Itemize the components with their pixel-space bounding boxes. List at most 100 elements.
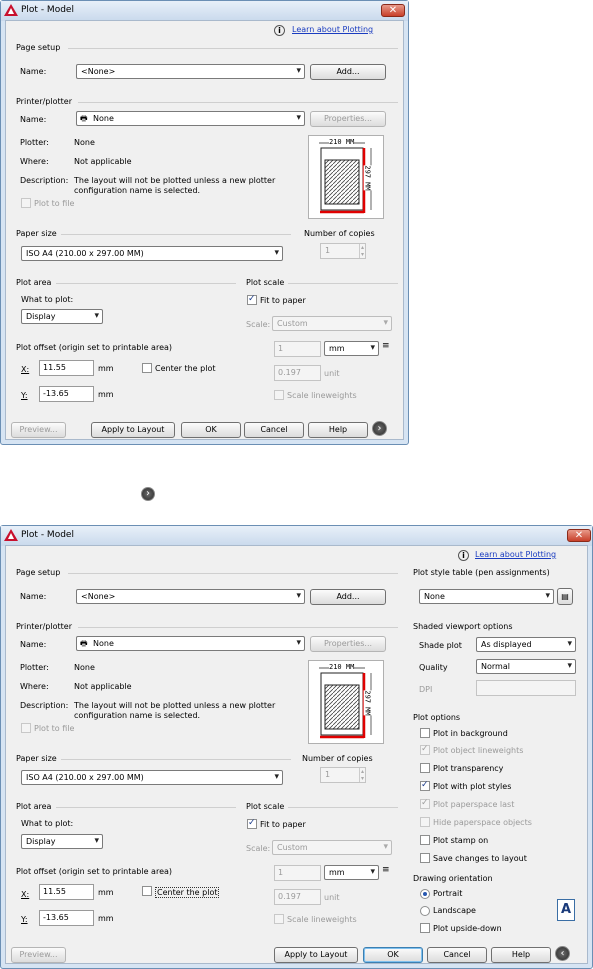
scale-value-2-input[interactable]: 0.197 [274,889,321,905]
fit-to-paper-checkbox[interactable] [247,294,257,305]
copies-spinner[interactable]: 1 [320,243,366,259]
close-button[interactable]: ✕ [567,529,591,542]
dialog-body: i Learn about Plotting Page setup Name: … [5,20,404,440]
paper-size-select[interactable]: ISO A4 (210.00 x 297.00 MM) [21,246,283,261]
more-options-icon[interactable]: › [372,421,387,436]
landscape-radio[interactable] [420,906,430,916]
center-plot-checkbox[interactable] [142,363,152,373]
scale-value-1-input[interactable]: 1 [274,865,321,881]
learn-about-plotting-link[interactable]: Learn about Plotting [292,25,373,34]
offset-y-input[interactable]: -13.65 [39,910,94,926]
page-setup-name-select[interactable]: <None> [76,589,305,604]
paper-preview-figure [319,142,372,214]
offset-x-input[interactable]: 11.55 [39,884,94,900]
what-to-plot-select[interactable]: Display [21,309,103,324]
page-setup-name-select[interactable]: <None> [76,64,305,79]
learn-about-plotting-link[interactable]: Learn about Plotting [475,550,556,559]
plot-upside-down-checkbox[interactable] [420,923,430,933]
paper-size-group: Paper size [16,754,57,763]
plot-with-plot-styles-checkbox[interactable] [420,780,430,791]
title-bar[interactable]: Plot - Model ✕ [1,1,408,21]
printer-name-select[interactable]: 🖶 None [76,636,305,651]
plot-area-group: Plot area [16,278,52,287]
dialog-title: Plot - Model [21,530,74,540]
add-button[interactable]: Add... [310,64,386,80]
copies-spinner[interactable]: 1 [320,767,366,783]
scale-label: Scale: [246,844,271,853]
plot-style-table-select[interactable]: None [419,589,554,604]
paper-width-label: 210 MM [329,663,355,671]
printer-icon: 🖶 [80,639,88,648]
scale-select[interactable]: Custom [272,316,392,331]
plot-to-file-checkbox[interactable] [21,723,31,733]
help-button[interactable]: Help [308,422,368,438]
help-button[interactable]: Help [491,947,551,963]
less-options-icon[interactable]: ‹ [555,946,570,961]
quality-select[interactable]: Normal [476,659,576,674]
ok-button[interactable]: OK [181,422,241,438]
where-label: Where: [20,157,49,166]
paper-size-select[interactable]: ISO A4 (210.00 x 297.00 MM) [21,770,283,785]
offset-x-input[interactable]: 11.55 [39,360,94,376]
title-bar-expanded[interactable]: Plot - Model ✕ [1,526,592,546]
drawing-orientation-group: Drawing orientation [413,874,493,883]
plot-stamp-on-checkbox[interactable] [420,835,430,845]
plot-to-file-checkbox[interactable] [21,198,31,208]
what-to-plot-label: What to plot: [21,295,74,304]
offset-x-label: X: [21,890,30,899]
paper-width-label: 210 MM [329,138,355,146]
page-setup-group: Page setup [16,43,61,52]
ok-button[interactable]: OK [363,947,423,963]
scale-unit-select[interactable]: mm [324,865,379,880]
printer-name-label: Name: [20,115,47,124]
printer-group: Printer/plotter [16,622,72,631]
apply-to-layout-button[interactable]: Apply to Layout [274,947,358,963]
plot-paperspace-last-checkbox[interactable] [420,798,430,809]
scale-value-1-input[interactable]: 1 [274,341,321,357]
offset-x-label: X: [21,365,30,374]
dpi-input[interactable] [476,680,576,696]
plot-in-background-checkbox[interactable] [420,728,430,738]
cancel-button[interactable]: Cancel [244,422,304,438]
where-value: Not applicable [74,682,132,691]
scale-lineweights-checkbox[interactable] [274,390,284,400]
scale-select[interactable]: Custom [272,840,392,855]
more-options-reference-icon: › [141,487,155,501]
scale-value-2-input[interactable]: 0.197 [274,365,321,381]
description-line-1: The layout will not be plotted unless a … [74,701,276,710]
plot-scale-group: Plot scale [246,802,285,811]
hide-paperspace-objects-checkbox[interactable] [420,817,430,827]
portrait-radio[interactable] [420,889,430,899]
scale-unit-select[interactable]: mm [324,341,379,356]
cancel-button[interactable]: Cancel [427,947,487,963]
fit-to-paper-checkbox[interactable] [247,818,257,829]
scale-lineweights-checkbox[interactable] [274,914,284,924]
plot-style-table-group: Plot style table (pen assignments) [413,568,550,577]
edit-plot-style-icon[interactable]: ▤ [557,588,573,605]
plot-object-lineweights-checkbox[interactable] [420,744,430,755]
add-button[interactable]: Add... [310,589,386,605]
save-changes-checkbox[interactable] [420,853,430,863]
offset-x-unit: mm [98,888,114,897]
landscape-label: Landscape [433,906,476,915]
properties-button[interactable]: Properties... [310,636,386,652]
shade-plot-select[interactable]: As displayed [476,637,576,652]
plot-upside-down-label: Plot upside-down [433,924,502,933]
close-button[interactable]: ✕ [381,4,405,17]
plot-transparency-checkbox[interactable] [420,763,430,773]
properties-button[interactable]: Properties... [310,111,386,127]
printer-name-value: None [93,639,114,648]
preview-button[interactable]: Preview... [11,422,66,438]
plot-paperspace-last-label: Plot paperspace last [433,800,515,809]
center-plot-checkbox[interactable] [142,886,152,896]
what-to-plot-select[interactable]: Display [21,834,103,849]
offset-y-input[interactable]: -13.65 [39,386,94,402]
fit-to-paper-label: Fit to paper [260,296,306,305]
plotter-label: Plotter: [20,663,49,672]
printer-name-select[interactable]: 🖶 None [76,111,305,126]
plot-dialog-collapsed: Plot - Model ✕ i Learn about Plotting Pa… [0,0,409,445]
where-label: Where: [20,682,49,691]
plot-stamp-on-label: Plot stamp on [433,836,489,845]
apply-to-layout-button[interactable]: Apply to Layout [91,422,175,438]
preview-button[interactable]: Preview... [11,947,66,963]
